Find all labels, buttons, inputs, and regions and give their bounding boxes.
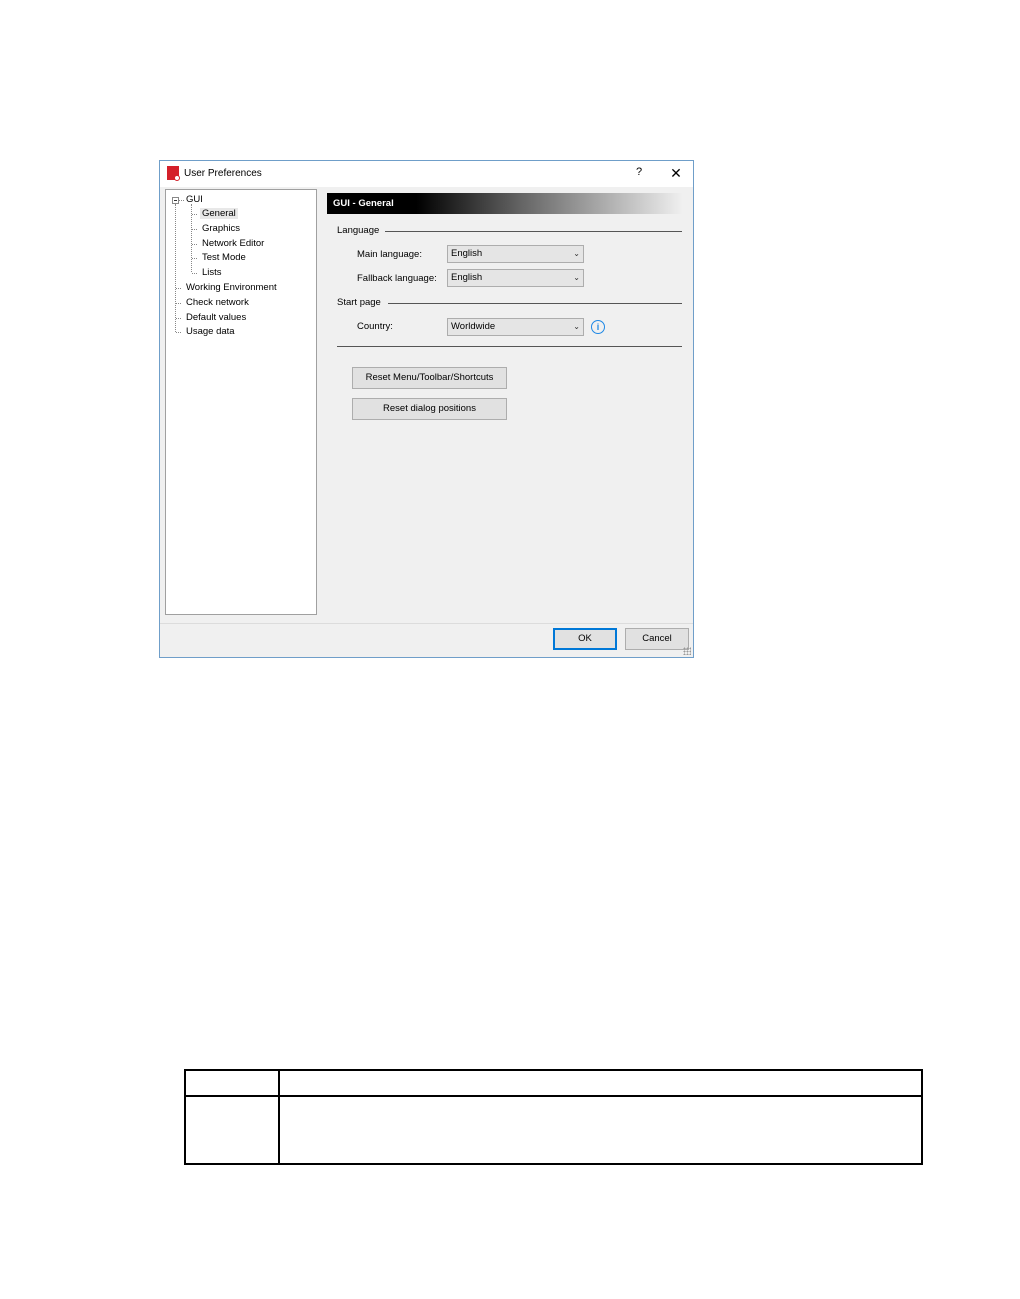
tree-item-gui[interactable]: GUI: [186, 194, 203, 205]
tree-connector: [192, 273, 197, 274]
start-page-group-label: Start page: [337, 297, 384, 308]
tree-connector: [192, 244, 197, 245]
table-row-divider: [186, 1095, 921, 1097]
panel-header: GUI - General: [327, 193, 683, 214]
tree-item-network-editor[interactable]: Network Editor: [202, 238, 264, 249]
tree-connector: [175, 204, 176, 332]
dialog-title: User Preferences: [184, 168, 262, 179]
tree-item-lists[interactable]: Lists: [202, 267, 222, 278]
chevron-down-icon: ⌄: [573, 322, 580, 331]
reset-menu-toolbar-shortcuts-button[interactable]: Reset Menu/Toolbar/Shortcuts: [352, 367, 507, 389]
preferences-tree[interactable]: GUI General Graphics Network Editor Test…: [165, 189, 317, 615]
app-logo-icon: [167, 166, 180, 181]
chevron-down-icon: ⌄: [573, 249, 580, 258]
main-language-label: Main language:: [357, 249, 422, 260]
country-select[interactable]: Worldwide ⌄: [447, 318, 584, 336]
tree-item-check-network[interactable]: Check network: [186, 297, 249, 308]
tree-item-default-values[interactable]: Default values: [186, 312, 246, 323]
tree-item-working-environment[interactable]: Working Environment: [186, 282, 277, 293]
start-page-group-line: [388, 303, 682, 304]
close-button[interactable]: ✕: [667, 165, 685, 183]
tree-item-usage-data[interactable]: Usage data: [186, 326, 235, 337]
fallback-language-select[interactable]: English ⌄: [447, 269, 584, 287]
separator: [337, 346, 682, 347]
country-label: Country:: [357, 321, 393, 332]
info-icon[interactable]: i: [591, 320, 605, 334]
tree-item-general[interactable]: General: [200, 208, 238, 219]
help-button[interactable]: ?: [632, 166, 646, 182]
document-table: [184, 1069, 923, 1165]
tree-connector: [179, 200, 184, 201]
country-value: Worldwide: [451, 321, 496, 332]
collapse-gui-icon[interactable]: [172, 197, 179, 204]
tree-item-graphics[interactable]: Graphics: [202, 223, 240, 234]
language-group-label: Language: [337, 225, 383, 236]
tree-connector: [192, 258, 197, 259]
cancel-button[interactable]: Cancel: [625, 628, 689, 650]
tree-connector: [176, 303, 181, 304]
tree-connector: [192, 214, 197, 215]
chevron-down-icon: ⌄: [573, 273, 580, 282]
main-language-select[interactable]: English ⌄: [447, 245, 584, 263]
language-group-line: [385, 231, 682, 232]
footer-divider: [160, 623, 693, 624]
tree-connector: [176, 288, 181, 289]
user-preferences-dialog: User Preferences ? ✕ GUI General Graphic…: [159, 160, 694, 658]
tree-connector: [192, 229, 197, 230]
title-bar[interactable]: User Preferences ? ✕: [160, 161, 693, 187]
resize-grip-icon[interactable]: [683, 647, 691, 655]
fallback-language-value: English: [451, 272, 483, 283]
tree-item-test-mode[interactable]: Test Mode: [202, 252, 246, 263]
fallback-language-label: Fallback language:: [357, 273, 437, 284]
ok-button[interactable]: OK: [553, 628, 617, 650]
tree-connector: [176, 318, 181, 319]
reset-dialog-positions-button[interactable]: Reset dialog positions: [352, 398, 507, 420]
tree-connector: [176, 332, 181, 333]
table-column-divider: [278, 1071, 280, 1163]
main-language-value: English: [451, 248, 483, 259]
